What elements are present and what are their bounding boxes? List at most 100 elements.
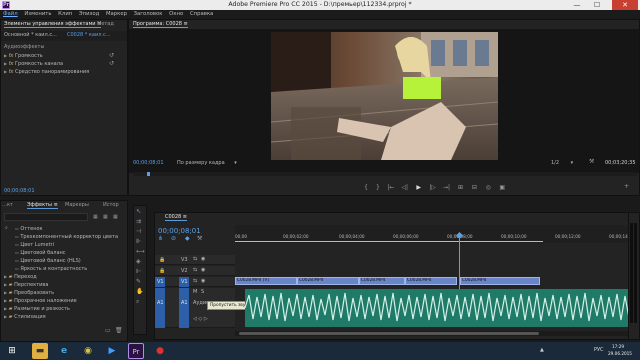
tab-project[interactable]: …кт <box>2 202 13 208</box>
effect-row-channel-volume[interactable]: ▶ fx Громкость канала <box>4 60 126 68</box>
effects-search-input[interactable]: ⌕ <box>4 213 88 231</box>
menu-title[interactable]: Заголовок <box>134 11 163 17</box>
sync-lock-icon[interactable]: ⇆ <box>193 278 197 284</box>
reset-icon[interactable]: ↺ <box>109 52 114 60</box>
effects-list-item[interactable]: ▭ Цветовой баланс (HLS) <box>15 257 81 265</box>
tab-history[interactable]: Истор <box>103 202 119 208</box>
tab-effect-controls[interactable]: Элементы управления эффектами ≡ <box>4 21 102 28</box>
tab-markers[interactable]: Маркеры <box>65 202 89 208</box>
add-marker-icon[interactable]: ◆ <box>185 235 190 243</box>
menu-help[interactable]: Справка <box>190 11 213 17</box>
step-back-icon[interactable]: ◁| <box>399 184 411 192</box>
start-button-icon[interactable]: ⊞ <box>4 343 20 359</box>
effects-list-item[interactable]: ▭ Цветовой баланс <box>15 249 66 257</box>
safe-margins-icon[interactable]: ▣ <box>496 184 508 192</box>
track-header-v3[interactable]: 🔒 V3 ⇆ ◉ <box>155 255 235 265</box>
selection-tool-icon[interactable]: ↖ <box>136 208 141 216</box>
ripple-edit-tool-icon[interactable]: ⊣ <box>136 228 141 236</box>
new-bin-icon[interactable]: ▭ <box>105 327 111 335</box>
sync-lock-icon[interactable]: ⇆ <box>193 256 197 262</box>
expand-triangle-icon[interactable]: ▶ <box>4 290 7 295</box>
mark-out-icon[interactable]: } <box>373 184 383 192</box>
language-indicator[interactable]: РУС <box>594 347 604 353</box>
mark-in-icon[interactable]: { <box>361 184 371 192</box>
track-header-v2[interactable]: 🔒 V2 ⇆ ◉ <box>155 266 235 276</box>
add-button-icon[interactable]: + <box>624 183 629 191</box>
video-frame[interactable] <box>271 32 498 160</box>
recorder-icon[interactable]: ● <box>152 343 168 359</box>
menu-window[interactable]: Окно <box>169 11 183 17</box>
tab-program-monitor[interactable]: Программа: C0028 ≡ <box>133 21 188 28</box>
effect-controls-timecode[interactable]: 00;00;08;01 <box>4 188 35 194</box>
track-select-tool-icon[interactable]: ⇉ <box>136 218 141 226</box>
expand-triangle-icon[interactable]: ▶ <box>4 274 7 279</box>
tab-metadata[interactable]: Метад <box>97 21 114 27</box>
export-frame-icon[interactable]: ◎ <box>482 184 494 192</box>
monitor-scrubber[interactable] <box>133 172 637 176</box>
time-ruler[interactable]: 00;00 00;00;02;00 00;00;04;00 00;00;06;0… <box>235 225 635 243</box>
effects-folder[interactable]: ▶ ▰ Перспектива <box>4 281 48 289</box>
expand-triangle-icon[interactable]: ▶ <box>4 53 7 58</box>
maximize-button[interactable]: ☐ <box>588 0 606 10</box>
hand-tool-icon[interactable]: ✋ <box>136 288 143 296</box>
work-area-bar[interactable] <box>235 241 543 242</box>
timeline-timecode[interactable]: 00;00;08;01 <box>158 227 201 235</box>
track-header-v1[interactable]: V1 V1 ⇆ ◉ <box>155 277 235 287</box>
menu-sequence[interactable]: Эпизод <box>79 11 99 17</box>
effects-list-item[interactable]: ▭ Трехкомпонентный корректор цвета <box>15 233 118 241</box>
wrench-icon[interactable]: ⚒ <box>589 158 594 166</box>
eye-icon[interactable]: ◉ <box>201 278 205 284</box>
video-clip[interactable]: C0028.MP4 [V] <box>235 277 297 285</box>
eye-icon[interactable]: ◉ <box>201 267 205 273</box>
playhead-marker[interactable] <box>147 172 150 176</box>
menu-edit[interactable]: Изменить <box>24 11 51 17</box>
accelerated-effects-icon[interactable]: ▦ <box>93 213 98 221</box>
linked-selection-icon[interactable]: ⊘ <box>171 235 176 243</box>
tab-sequence[interactable]: C0028 ≡ <box>165 214 187 221</box>
playback-resolution-select[interactable]: 1/2 ▾ <box>551 160 573 166</box>
media-player-icon[interactable]: ▶ <box>104 343 120 359</box>
lift-icon[interactable]: ⊞ <box>454 184 466 192</box>
zoom-level-select[interactable]: По размеру кадра ▾ <box>177 160 237 166</box>
go-to-out-icon[interactable]: →| <box>441 184 453 192</box>
rate-stretch-tool-icon[interactable]: ⟷ <box>136 248 145 256</box>
video-clip[interactable]: C0028.MP4 <box>405 277 457 285</box>
timeline-horizontal-scrollbar[interactable] <box>235 331 633 336</box>
tab-effects[interactable]: Эффекты ≡ <box>27 202 58 209</box>
trash-icon[interactable]: 🗑 <box>115 327 123 335</box>
expand-triangle-icon[interactable]: ▶ <box>4 314 7 319</box>
effects-folder[interactable]: ▶ ▰ Прозрачное наложение <box>4 297 77 305</box>
expand-triangle-icon[interactable]: ▶ <box>4 282 7 287</box>
zoom-tool-icon[interactable]: ⌕ <box>136 298 139 306</box>
minimize-button[interactable]: — <box>568 0 586 10</box>
effects-list-item[interactable]: ▭ Оттенок <box>15 225 43 233</box>
expand-triangle-icon[interactable]: ▶ <box>4 298 7 303</box>
slip-tool-icon[interactable]: ⊩ <box>136 268 141 276</box>
keyframe-nav-icon[interactable]: ◁ ◇ ▷ <box>193 316 208 322</box>
close-button[interactable]: ✕ <box>612 0 638 10</box>
timeline-settings-icon[interactable]: ⚒ <box>197 235 202 243</box>
effect-row-volume[interactable]: ▶ fx Громкость <box>4 52 126 60</box>
effects-folder[interactable]: ▶ ▰ Размытие и резкость <box>4 305 70 313</box>
video-clip[interactable]: C0028.MP4 <box>297 277 359 285</box>
expand-triangle-icon[interactable]: ▶ <box>4 61 7 66</box>
scrollbar-thumb[interactable] <box>239 332 539 335</box>
chrome-icon[interactable]: ◉ <box>80 343 96 359</box>
source-patch-v1[interactable]: V1 <box>157 279 164 285</box>
play-icon[interactable]: ▶ <box>413 184 425 192</box>
video-clip[interactable]: C0028.MP4 <box>460 277 540 285</box>
file-explorer-icon[interactable]: ▬ <box>32 343 48 359</box>
premiere-taskbar-icon[interactable]: Pr <box>128 343 144 359</box>
expand-triangle-icon[interactable]: ▶ <box>4 69 7 74</box>
clock-time[interactable]: 17:29 <box>612 344 624 349</box>
reset-icon[interactable]: ↺ <box>109 60 114 68</box>
effects-list-item[interactable]: ▭ Цвет Lumetri <box>15 241 54 249</box>
effects-list-item[interactable]: ▭ Яркость и контрастность <box>15 265 87 273</box>
rolling-edit-tool-icon[interactable]: ⊪ <box>136 238 141 246</box>
go-to-in-icon[interactable]: |← <box>385 184 397 192</box>
pen-tool-icon[interactable]: ✎ <box>136 278 141 286</box>
lock-icon[interactable]: 🔒 <box>159 268 165 274</box>
program-timecode[interactable]: 00;00;08;01 <box>133 160 164 166</box>
extract-icon[interactable]: ⊟ <box>468 184 480 192</box>
source-patch-a1[interactable]: A1 <box>157 300 164 306</box>
